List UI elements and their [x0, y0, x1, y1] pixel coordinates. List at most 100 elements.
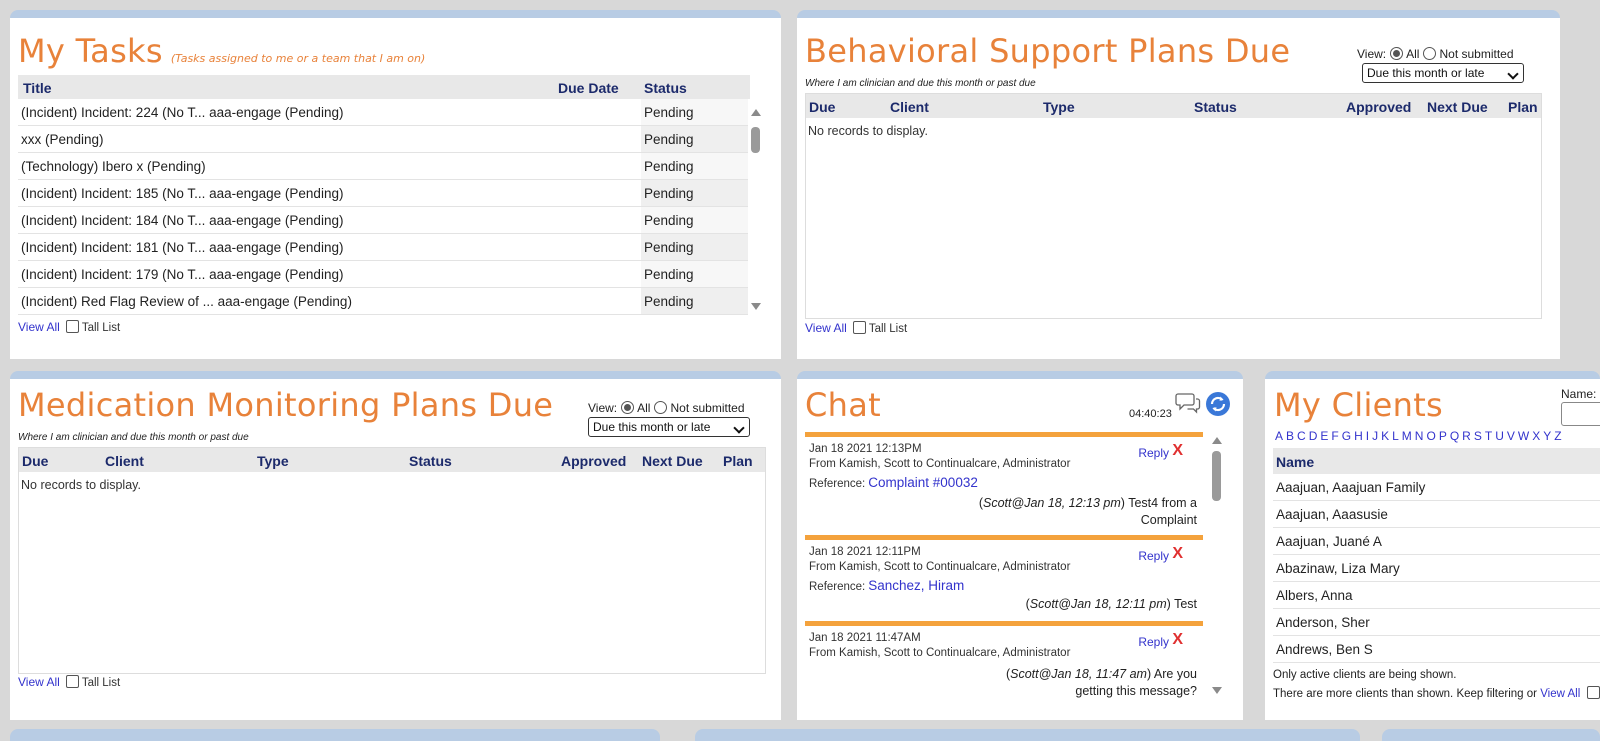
- table-row[interactable]: (Incident) Red Flag Review of ... aaa-en…: [18, 288, 748, 315]
- alpha-letter-n[interactable]: N: [1415, 429, 1424, 443]
- alpha-letter-d[interactable]: D: [1309, 429, 1318, 443]
- scroll-thumb[interactable]: [751, 127, 760, 153]
- alpha-letter-q[interactable]: Q: [1450, 429, 1459, 443]
- alpha-letter-f[interactable]: F: [1331, 429, 1338, 443]
- chat-delete-icon[interactable]: X: [1172, 631, 1183, 649]
- bsp-col-due[interactable]: Due: [809, 99, 835, 115]
- client-name[interactable]: Andrews, Ben S: [1276, 642, 1373, 657]
- bsp-due-select[interactable]: Due this month or late: [1362, 63, 1524, 83]
- alpha-letter-r[interactable]: R: [1462, 429, 1471, 443]
- mmp-col-approved[interactable]: Approved: [561, 453, 626, 469]
- mmp-tall-list-checkbox[interactable]: [65, 675, 79, 688]
- client-name[interactable]: Aaajuan, Aaasusie: [1276, 507, 1388, 522]
- bsp-col-client[interactable]: Client: [890, 99, 929, 115]
- task-title[interactable]: (Incident) Incident: 184 (No T... aaa-en…: [21, 213, 343, 228]
- col-due-date[interactable]: Due Date: [558, 80, 619, 96]
- scroll-down-icon[interactable]: [751, 303, 761, 310]
- bsp-radio-all[interactable]: [1390, 47, 1404, 60]
- alpha-letter-t[interactable]: T: [1485, 429, 1492, 443]
- chat-scroll-up-icon[interactable]: [1212, 437, 1222, 444]
- table-row[interactable]: (Incident) Incident: 181 (No T... aaa-en…: [18, 234, 748, 261]
- table-row[interactable]: xxx (Pending) Pending: [18, 126, 748, 153]
- chat-reply-link[interactable]: Reply: [1138, 446, 1169, 460]
- clients-view-all-link[interactable]: View All: [1540, 688, 1580, 700]
- alpha-letter-h[interactable]: H: [1354, 429, 1363, 443]
- bsp-col-status[interactable]: Status: [1194, 99, 1237, 115]
- client-row[interactable]: Anderson, Sher: [1273, 609, 1600, 636]
- alpha-letter-v[interactable]: V: [1507, 429, 1515, 443]
- chat-bubbles-icon[interactable]: [1175, 391, 1201, 415]
- alpha-letter-l[interactable]: L: [1392, 429, 1399, 443]
- tasks-view-all-link[interactable]: View All: [18, 320, 60, 334]
- alpha-letter-a[interactable]: A: [1275, 429, 1283, 443]
- alpha-letter-o[interactable]: O: [1426, 429, 1435, 443]
- bsp-col-type[interactable]: Type: [1043, 99, 1075, 115]
- client-name[interactable]: Abazinaw, Liza Mary: [1276, 561, 1400, 576]
- mmp-col-status[interactable]: Status: [409, 453, 452, 469]
- client-name[interactable]: Anderson, Sher: [1276, 615, 1370, 630]
- chat-reference-link[interactable]: Sanchez, Hiram: [868, 578, 964, 593]
- alpha-letter-u[interactable]: U: [1495, 429, 1504, 443]
- alpha-letter-g[interactable]: G: [1342, 429, 1351, 443]
- alpha-letter-x[interactable]: X: [1532, 429, 1540, 443]
- scroll-up-icon[interactable]: [751, 109, 761, 116]
- task-title[interactable]: (Incident) Incident: 224 (No T... aaa-en…: [21, 105, 343, 120]
- bsp-view-all-link[interactable]: View All: [805, 321, 847, 335]
- col-title[interactable]: Title: [23, 80, 52, 96]
- mmp-radio-not-submitted[interactable]: [654, 401, 668, 414]
- bsp-col-approved[interactable]: Approved: [1346, 99, 1411, 115]
- alpha-letter-z[interactable]: Z: [1554, 429, 1561, 443]
- table-row[interactable]: (Technology) Ibero x (Pending) Pending: [18, 153, 748, 180]
- mmp-col-client[interactable]: Client: [105, 453, 144, 469]
- client-row[interactable]: Abazinaw, Liza Mary: [1273, 555, 1600, 582]
- task-title[interactable]: (Technology) Ibero x (Pending): [21, 159, 206, 174]
- mmp-radio-all[interactable]: [621, 401, 635, 414]
- mmp-col-due[interactable]: Due: [22, 453, 48, 469]
- tasks-scrollbar[interactable]: [748, 99, 764, 319]
- alpha-letter-k[interactable]: K: [1381, 429, 1389, 443]
- alpha-letter-w[interactable]: W: [1518, 429, 1529, 443]
- chat-delete-icon[interactable]: X: [1172, 442, 1183, 460]
- bsp-tall-list-checkbox[interactable]: [852, 321, 866, 334]
- table-row[interactable]: (Incident) Incident: 179 (No T... aaa-en…: [18, 261, 748, 288]
- alpha-letter-s[interactable]: S: [1474, 429, 1482, 443]
- table-row[interactable]: (Incident) Incident: 185 (No T... aaa-en…: [18, 180, 748, 207]
- task-title[interactable]: xxx (Pending): [21, 132, 104, 147]
- bsp-col-plan[interactable]: Plan: [1508, 99, 1538, 115]
- clients-checkbox[interactable]: [1587, 686, 1600, 699]
- chat-scrollbar[interactable]: [1209, 435, 1225, 697]
- table-row[interactable]: (Incident) Incident: 224 (No T... aaa-en…: [18, 99, 748, 126]
- alpha-letter-e[interactable]: E: [1320, 429, 1328, 443]
- task-title[interactable]: (Incident) Incident: 181 (No T... aaa-en…: [21, 240, 343, 255]
- mmp-col-next-due[interactable]: Next Due: [642, 453, 703, 469]
- mmp-due-select[interactable]: Due this month or late: [588, 417, 750, 437]
- alpha-letter-i[interactable]: I: [1366, 429, 1369, 443]
- mmp-col-plan[interactable]: Plan: [723, 453, 753, 469]
- task-title[interactable]: (Incident) Incident: 185 (No T... aaa-en…: [21, 186, 343, 201]
- refresh-icon[interactable]: [1205, 391, 1231, 417]
- client-row[interactable]: Aaajuan, Aaajuan Family: [1273, 474, 1600, 501]
- alpha-letter-m[interactable]: M: [1402, 429, 1412, 443]
- mmp-col-type[interactable]: Type: [257, 453, 289, 469]
- bsp-col-next-due[interactable]: Next Due: [1427, 99, 1488, 115]
- bsp-radio-not-submitted[interactable]: [1423, 47, 1437, 60]
- table-row[interactable]: (Incident) Incident: 184 (No T... aaa-en…: [18, 207, 748, 234]
- task-title[interactable]: (Incident) Incident: 179 (No T... aaa-en…: [21, 267, 343, 282]
- alpha-letter-j[interactable]: J: [1372, 429, 1378, 443]
- chat-scroll-down-icon[interactable]: [1212, 687, 1222, 694]
- client-row[interactable]: Aaajuan, Juané A: [1273, 528, 1600, 555]
- alpha-letter-y[interactable]: Y: [1543, 429, 1551, 443]
- col-name[interactable]: Name: [1276, 454, 1314, 470]
- alpha-letter-p[interactable]: P: [1439, 429, 1447, 443]
- chat-scroll-thumb[interactable]: [1212, 451, 1221, 501]
- client-row[interactable]: Aaajuan, Aaasusie: [1273, 501, 1600, 528]
- chat-reply-link[interactable]: Reply: [1138, 635, 1169, 649]
- chat-delete-icon[interactable]: X: [1172, 545, 1183, 563]
- task-title[interactable]: (Incident) Red Flag Review of ... aaa-en…: [21, 294, 352, 309]
- client-row[interactable]: Andrews, Ben S: [1273, 636, 1600, 663]
- col-status[interactable]: Status: [644, 80, 687, 96]
- chat-reply-link[interactable]: Reply: [1138, 549, 1169, 563]
- client-name-input[interactable]: [1561, 402, 1600, 426]
- client-name[interactable]: Aaajuan, Juané A: [1276, 534, 1382, 549]
- client-name[interactable]: Albers, Anna: [1276, 588, 1353, 603]
